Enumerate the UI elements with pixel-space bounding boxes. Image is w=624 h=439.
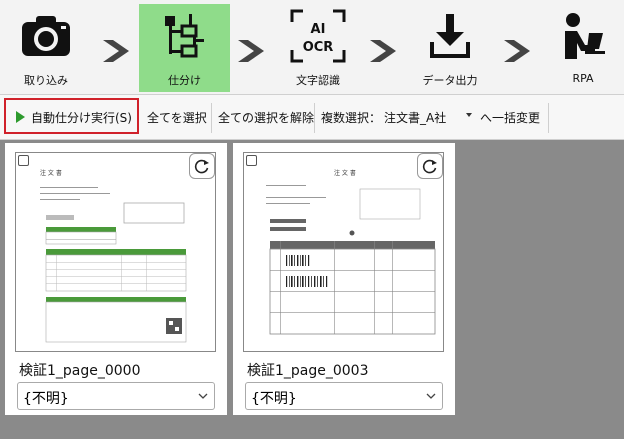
- document-thumbnail[interactable]: 注 文 書: [15, 152, 216, 352]
- play-icon: [16, 111, 25, 123]
- download-icon: [428, 4, 472, 68]
- step-import[interactable]: 取り込み: [8, 4, 84, 92]
- chevron-right-icon: [101, 38, 131, 68]
- step-label: 文字認識: [296, 74, 340, 87]
- chevron-down-icon: [198, 389, 208, 407]
- step-rpa[interactable]: RPA: [548, 4, 618, 92]
- clear-selection-button[interactable]: 全ての選択を解除: [218, 109, 314, 126]
- step-label: 取り込み: [24, 74, 68, 87]
- camera-icon: [20, 4, 72, 68]
- divider: [314, 103, 315, 133]
- toolbar: 自動仕分け実行(S) 全てを選択 全ての選択を解除 複数選択： 注文書_A社 へ…: [0, 95, 624, 140]
- ai-ocr-icon: AI OCR: [289, 4, 347, 68]
- select-checkbox[interactable]: [18, 155, 29, 166]
- chevron-down-icon: [426, 389, 436, 407]
- chevron-right-icon: [502, 38, 532, 68]
- svg-text:OCR: OCR: [303, 40, 334, 55]
- document-thumbnail[interactable]: 注 文 書: [243, 152, 444, 352]
- select-checkbox[interactable]: [246, 155, 257, 166]
- bulk-change-button[interactable]: へ一括変更: [480, 109, 540, 126]
- category-select-value: {不明}: [23, 391, 69, 407]
- category-select[interactable]: {不明}: [17, 382, 215, 410]
- select-all-button[interactable]: 全てを選択: [147, 109, 207, 126]
- desk-person-icon: [559, 4, 607, 68]
- rotate-icon[interactable]: [189, 153, 215, 179]
- rotate-icon[interactable]: [417, 153, 443, 179]
- run-label: 自動仕分け実行(S): [31, 111, 132, 125]
- caret-down-icon[interactable]: [466, 113, 472, 117]
- category-dropdown[interactable]: 注文書_A社: [384, 109, 446, 126]
- document-filename: 検証1_page_0003: [247, 363, 369, 379]
- divider: [548, 103, 549, 133]
- step-label: 仕分け: [168, 74, 201, 87]
- category-select-value: {不明}: [251, 391, 297, 407]
- chevron-right-icon: [368, 38, 398, 68]
- document-card[interactable]: 注 文 書 検証1_page_0003 {不明}: [233, 143, 455, 415]
- divider: [211, 103, 212, 133]
- svg-text:注 文 書: 注 文 書: [40, 169, 62, 177]
- category-dropdown-value: 注文書_A社: [384, 111, 447, 125]
- step-data-output[interactable]: データ出力: [412, 4, 488, 92]
- sort-tree-icon: [163, 4, 207, 68]
- step-sort[interactable]: 仕分け: [139, 4, 230, 92]
- step-label: RPA: [572, 72, 594, 85]
- svg-text:注 文 書: 注 文 書: [334, 169, 356, 177]
- workflow-ribbon: 取り込み 仕分け AI OCR 文字認識 データ出力 RPA: [0, 0, 624, 95]
- step-label: データ出力: [422, 74, 478, 87]
- chevron-right-icon: [236, 38, 266, 68]
- step-ocr[interactable]: AI OCR 文字認識: [282, 4, 354, 92]
- document-card[interactable]: 注 文 書 検証1_page_0000 {不明}: [5, 143, 227, 415]
- svg-text:AI: AI: [311, 22, 326, 37]
- auto-sort-run-button[interactable]: 自動仕分け実行(S): [4, 98, 139, 134]
- category-select[interactable]: {不明}: [245, 382, 443, 410]
- multi-select-label: 複数選択：: [321, 111, 382, 125]
- document-filename: 検証1_page_0000: [19, 363, 141, 379]
